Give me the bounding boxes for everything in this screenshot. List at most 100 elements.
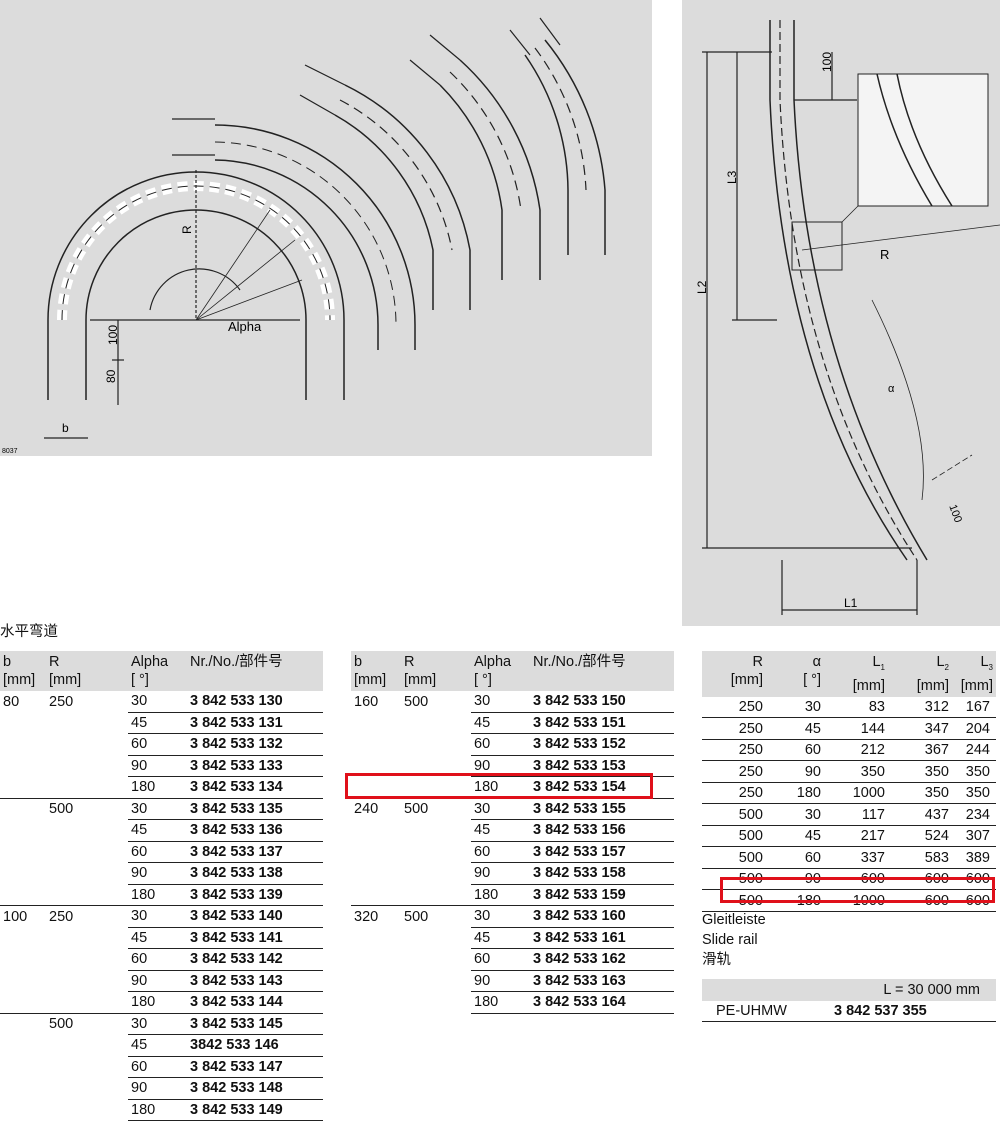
cell-alpha: 180 [766,782,824,805]
cell-r: 250 [49,693,74,710]
cell-b: 240 [351,797,401,820]
cell-alpha: 45 [128,927,187,949]
cell-l1: 212 [824,739,888,762]
cell-r [401,777,471,799]
table-2-body: 160 500 30 3 842 533 150 45 3 842 533 151 60 3 … [351,691,674,1014]
table-row: 45 3 842 533 141 [0,927,323,949]
cell-r [46,1099,128,1121]
cell-r [401,863,471,885]
table-row: 180 3 842 533 144 [0,991,323,1014]
label-l3: L3 [725,170,739,184]
label-80: 80 [104,369,118,383]
cell-r [46,755,128,777]
cell-l2: 350 [888,760,952,783]
cell-r: 500 [404,693,429,710]
cell-nr: 3 842 533 141 [187,927,323,949]
cell-r [46,1078,128,1100]
cell-alpha: 180 [471,991,530,1014]
cell-r [46,863,128,885]
table-row: 250 30 83 312 167 [702,696,996,719]
table-row: 180 3 842 533 149 [0,1099,323,1121]
cell-alpha: 30 [471,797,530,820]
curve-table-1: b [mm] R [mm] Alpha[ °] Nr./No./部件号 80 250 3… [0,651,323,1121]
cell-b [351,884,401,906]
cell-alpha: 45 [128,819,187,842]
cell-alpha: 90 [471,755,530,777]
label-100-top: 100 [820,52,834,72]
table-row: 500 180 1000 600 600 [702,889,996,912]
cell-alpha: 45 [128,1034,187,1057]
cell-nr: 3 842 533 150 [530,691,674,713]
cell-b [351,863,401,885]
cell-b [0,797,46,820]
table-row: 45 3 842 533 136 [0,819,323,842]
cell-nr: 3 842 533 137 [187,841,323,863]
cell-b: 160 [354,693,379,710]
table-row: 60 3 842 533 147 [0,1056,323,1078]
label-b: b [62,421,69,435]
cell-r: 500 [46,1012,128,1035]
cell-alpha: 30 [471,691,530,713]
cell-b [351,755,401,777]
cell-nr: 3 842 533 145 [187,1012,323,1035]
cell-b [0,734,46,756]
table-row: 60 3 842 533 162 [351,948,674,971]
table-row: 60 3 842 533 132 [0,733,323,756]
cell-nr: 3 842 533 160 [530,905,674,928]
header-nr: Nr./No./部件号 [530,651,674,691]
cell-b [0,970,46,992]
cell-r [46,884,128,906]
cell-nr: 3 842 533 133 [187,755,323,777]
cell-r: 250 [46,905,128,927]
cell-nr: 3 842 533 134 [187,776,323,799]
cell-b [0,777,46,799]
cell-l1: 83 [824,696,888,719]
cell-r [46,712,128,734]
header-l3: L3 [mm] [952,651,996,697]
cell-r [46,777,128,799]
cell-alpha: 45 [766,825,824,848]
cell-alpha: 30 [128,797,187,820]
table-row: 500 30 3 842 533 135 [0,797,323,820]
cell-l2: 583 [888,846,952,869]
cell-nr: 3 842 533 154 [530,776,674,799]
cell-r [401,755,471,777]
cell-nr: 3 842 533 149 [187,1099,323,1121]
header-alpha: α[ °] [766,651,824,697]
table-row: 250 90 350 350 350 [702,760,996,783]
cell-alpha: 60 [766,739,824,762]
cell-alpha: 60 [128,948,187,971]
label-alpha-right: α [888,383,895,395]
label-l1: L1 [844,596,858,610]
cell-r [46,970,128,992]
table-row: 80 250 30 3 842 533 130 [0,691,323,713]
cell-nr: 3 842 533 152 [530,733,674,756]
cell-b [351,734,401,756]
table-row: 500 30 3 842 533 145 [0,1012,323,1035]
cell-b [351,927,401,949]
cell-alpha: 180 [128,991,187,1014]
cell-r: 250 [702,782,766,805]
cell-nr: 3 842 533 131 [187,712,323,734]
cell-r [46,1056,128,1078]
slide-rail-drawing-svg: 100 L3 L2 L1 R α 100 [695,20,1000,615]
table-row: 320 500 30 3 842 533 160 [351,905,674,928]
cell-l1: 337 [824,846,888,869]
cell-alpha: 60 [471,841,530,863]
table-row: 45 3 842 533 151 [351,712,674,734]
cell-nr: 3 842 533 153 [530,755,674,777]
cell-l2: 350 [888,782,952,805]
figure-code: 8037 [2,448,18,455]
cell-b: 320 [351,905,401,927]
cell-b [0,884,46,906]
dimension-table: R [mm] α[ °] L1 [mm] L2 [mm] L3 [mm] 250 30 83… [702,651,996,912]
table-row: 500 45 217 524 307 [702,825,996,848]
table-row: 240 500 30 3 842 533 155 [351,797,674,820]
cell-alpha: 180 [128,776,187,799]
cell-nr: 3 842 533 162 [530,948,674,971]
cell-l3: 307 [952,825,996,848]
cell-alpha: 45 [766,717,824,740]
cell-r [401,927,471,949]
cell-l2: 437 [888,803,952,826]
cell-r [46,734,128,756]
